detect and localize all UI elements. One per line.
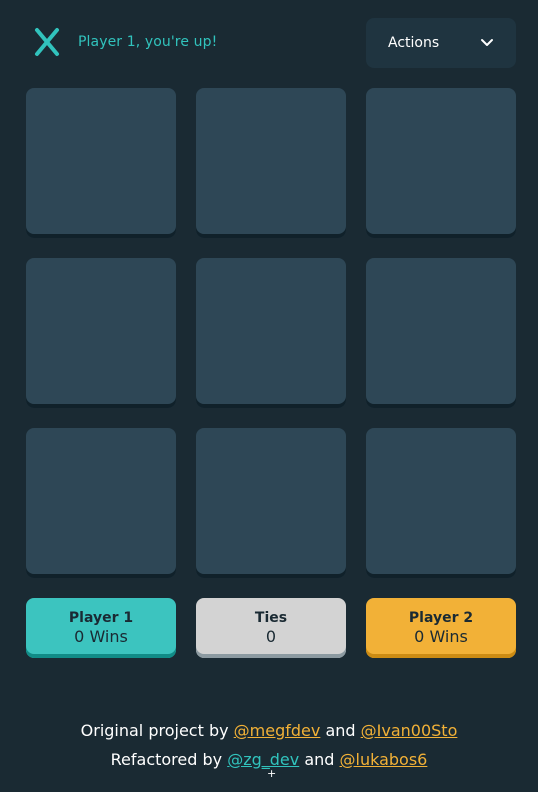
player2-score-value: 0 Wins xyxy=(414,627,468,646)
cursor-crosshair-icon: + xyxy=(267,767,277,780)
scoreboard: Player 1 0 Wins Ties 0 Player 2 0 Wins xyxy=(26,598,516,658)
ties-score-label: Ties xyxy=(254,610,288,626)
x-mark-icon xyxy=(35,28,59,56)
link-lukabos6[interactable]: @lukabos6 xyxy=(340,750,428,769)
game-board xyxy=(26,88,516,578)
credits-original-prefix: Original project by xyxy=(80,721,234,740)
credits-original-and: and xyxy=(320,721,361,740)
player2-score-label: Player 2 xyxy=(408,610,474,626)
board-cell-2[interactable] xyxy=(196,88,346,238)
board-cell-1[interactable] xyxy=(26,88,176,238)
link-ivan00sto[interactable]: @Ivan00Sto xyxy=(361,721,458,740)
board-cell-6[interactable] xyxy=(366,258,516,408)
board-cell-3[interactable] xyxy=(366,88,516,238)
turn-text: Player 1, you're up! xyxy=(78,34,218,50)
tic-tac-toe-page: Player 1, you're up! Actions Player 1 0 … xyxy=(0,0,538,792)
ties-score: Ties 0 xyxy=(196,598,346,658)
player1-score-value: 0 Wins xyxy=(74,627,128,646)
actions-label: Actions xyxy=(388,35,440,51)
board-cell-4[interactable] xyxy=(26,258,176,408)
credits-refactored-and: and xyxy=(299,750,340,769)
link-zg-dev[interactable]: @zg_dev xyxy=(227,750,299,769)
board-cell-5[interactable] xyxy=(196,258,346,408)
chevron-down-icon xyxy=(481,39,493,46)
ties-score-value: 0 xyxy=(265,627,277,646)
actions-dropdown[interactable]: Actions xyxy=(366,18,516,68)
turn-indicator: Player 1, you're up! xyxy=(34,27,217,57)
credits-refactored-prefix: Refactored by xyxy=(110,750,228,769)
board-cell-8[interactable] xyxy=(196,428,346,578)
link-megfdev[interactable]: @megfdev xyxy=(234,721,321,740)
player1-score: Player 1 0 Wins xyxy=(26,598,176,658)
player2-score: Player 2 0 Wins xyxy=(366,598,516,658)
player1-score-label: Player 1 xyxy=(68,610,134,626)
board-cell-9[interactable] xyxy=(366,428,516,578)
credits-line-original: Original project by @megfdev and @Ivan00… xyxy=(0,716,538,745)
credits-footer: Original project by @megfdev and @Ivan00… xyxy=(0,716,538,774)
board-cell-7[interactable] xyxy=(26,428,176,578)
